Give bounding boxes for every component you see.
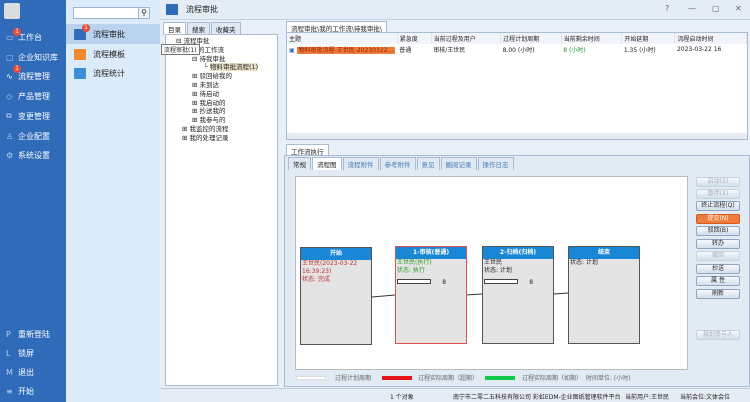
plan-participants-button[interactable]: 规划参与人 (696, 330, 740, 340)
cc-button[interactable]: 抄送 (696, 264, 740, 274)
connector-arrow (465, 293, 483, 296)
progress-bar (397, 279, 431, 284)
flow-node-review[interactable]: 1-审核(普通) 王世民(执行) 状态: 执行 8 (395, 246, 467, 344)
pause-button[interactable]: 暂停(X) (696, 189, 740, 199)
connector-arrow (371, 294, 396, 298)
progress-bar (484, 279, 518, 284)
start-button[interactable]: 启动(S) (696, 177, 740, 187)
reject-button[interactable]: 驳回(B) (696, 226, 740, 236)
submit-button[interactable]: 提交(N) (696, 214, 740, 224)
status-bar: 1 个对象 南宁市二零二五科技有限公司 彩虹EDM-企业图纸管理软件平台 当前用… (160, 388, 750, 402)
terminate-button[interactable]: 终止流程(Q) (696, 201, 740, 211)
properties-button[interactable]: 属 性 (696, 276, 740, 286)
flow-node-end[interactable]: 结束 状态: 计划 (568, 246, 640, 344)
flow-node-archive[interactable]: 2-归档(归档) 王世民 状态: 计划 8 (482, 246, 554, 344)
legend-swatch-ontime (485, 376, 515, 380)
withdraw-button[interactable]: 撤回 (696, 251, 740, 261)
legend-swatch-overdue (382, 376, 412, 380)
refresh-button[interactable]: 刷新 (696, 289, 740, 299)
connector-arrow (553, 292, 569, 295)
legend-swatch-plan (296, 376, 326, 380)
flow-node-start[interactable]: 开始 王世民(2023-03-22 16:39:23) 状态: 完成 (300, 247, 372, 345)
transfer-button[interactable]: 转办 (696, 239, 740, 249)
